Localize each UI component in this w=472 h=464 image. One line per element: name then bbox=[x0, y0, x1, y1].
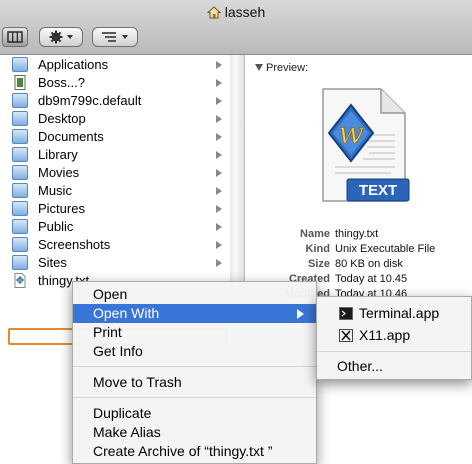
info-value: 80 KB on disk bbox=[335, 258, 403, 270]
chevron-right-icon bbox=[216, 169, 222, 177]
column-item-label: Desktop bbox=[38, 111, 86, 126]
chevron-right-icon bbox=[216, 259, 222, 267]
chevron-right-icon bbox=[216, 115, 222, 123]
chevron-right-icon bbox=[216, 205, 222, 213]
column-item-label: Movies bbox=[38, 165, 80, 180]
info-value: Unix Executable File bbox=[335, 243, 436, 255]
column-item-label: Music bbox=[38, 183, 72, 198]
action-menu-button[interactable] bbox=[39, 27, 83, 47]
menu-item-other[interactable]: Other... bbox=[317, 357, 471, 376]
chevron-right-icon bbox=[216, 241, 222, 249]
arrange-icon bbox=[102, 32, 128, 42]
x11-icon bbox=[339, 328, 353, 342]
column-item[interactable]: Music bbox=[12, 182, 226, 200]
column-item-label: db9m799c.default bbox=[38, 93, 142, 108]
menu-item[interactable]: Open With bbox=[73, 304, 316, 323]
column-item[interactable]: db9m799c.default bbox=[12, 92, 226, 110]
chevron-right-icon bbox=[216, 151, 222, 159]
column-view-button[interactable] bbox=[2, 27, 28, 47]
applications-folder-icon bbox=[12, 57, 28, 72]
chevron-right-icon bbox=[216, 79, 222, 87]
window-title: lasseh bbox=[0, 4, 472, 22]
arrange-menu-button[interactable] bbox=[92, 27, 138, 47]
preview-heading: Preview: bbox=[255, 62, 308, 74]
disclosure-triangle-icon[interactable] bbox=[255, 64, 263, 71]
column-item[interactable]: Pictures bbox=[12, 200, 226, 218]
menu-item[interactable]: Create Archive of “thingy.txt ” bbox=[73, 442, 316, 461]
open-with-submenu: Terminal.app X11.app Other... bbox=[316, 296, 472, 380]
submenu-arrow-icon bbox=[297, 309, 304, 319]
info-value: Today at 10.45 bbox=[335, 273, 408, 285]
column-item[interactable]: Applications bbox=[12, 56, 226, 74]
menu-item[interactable]: Move to Trash bbox=[73, 373, 316, 392]
documents-folder-icon bbox=[12, 129, 28, 144]
folder-icon bbox=[12, 237, 28, 252]
chevron-right-icon bbox=[216, 133, 222, 141]
menu-item-x11[interactable]: X11.app bbox=[317, 326, 471, 345]
menu-item[interactable]: Duplicate bbox=[73, 404, 316, 423]
desktop-folder-icon bbox=[12, 111, 28, 126]
menu-item[interactable]: Make Alias bbox=[73, 423, 316, 442]
context-menu: Open Open With Print Get Info Move to Trash D… bbox=[72, 281, 317, 464]
column-item[interactable]: Desktop bbox=[12, 110, 226, 128]
column-item-label: Public bbox=[38, 219, 74, 234]
music-folder-icon bbox=[12, 183, 28, 198]
menu-item[interactable]: Print bbox=[73, 323, 316, 342]
column-item[interactable]: Library bbox=[12, 146, 226, 164]
text-file-icon: w bbox=[12, 273, 28, 288]
text-document-icon: w TEXT bbox=[295, 83, 420, 211]
info-key: Name bbox=[300, 228, 330, 240]
terminal-icon bbox=[339, 306, 353, 320]
pictures-folder-icon bbox=[12, 201, 28, 216]
column-item[interactable]: Screenshots bbox=[12, 236, 226, 254]
home-icon bbox=[206, 6, 222, 22]
gear-icon bbox=[49, 30, 73, 44]
menu-separator bbox=[73, 366, 316, 367]
column-item[interactable]: Boss...? bbox=[12, 74, 226, 92]
menu-separator bbox=[317, 351, 471, 352]
app-document-icon bbox=[12, 75, 28, 90]
movies-folder-icon bbox=[12, 165, 28, 180]
column-item-label: Documents bbox=[38, 129, 104, 144]
columns-icon bbox=[7, 31, 23, 43]
svg-text:w: w bbox=[338, 116, 364, 151]
svg-text:w: w bbox=[17, 278, 23, 284]
chevron-right-icon bbox=[216, 61, 222, 69]
menu-item-terminal[interactable]: Terminal.app bbox=[317, 304, 471, 323]
column-item[interactable]: Documents bbox=[12, 128, 226, 146]
column-item-label: Boss...? bbox=[38, 75, 85, 90]
chevron-right-icon bbox=[216, 187, 222, 195]
window-toolbar: lasseh bbox=[0, 0, 472, 55]
column-item-label: Screenshots bbox=[38, 237, 111, 252]
info-key: Size bbox=[307, 258, 330, 270]
column-item-label: Sites bbox=[38, 255, 67, 270]
public-folder-icon bbox=[12, 219, 28, 234]
column-item[interactable]: Movies bbox=[12, 164, 226, 182]
chevron-right-icon bbox=[216, 223, 222, 231]
svg-text:TEXT: TEXT bbox=[359, 182, 397, 199]
menu-item[interactable]: Get Info bbox=[73, 342, 316, 361]
chevron-right-icon bbox=[216, 97, 222, 105]
column-item-label: Library bbox=[38, 147, 78, 162]
info-value: thingy.txt bbox=[335, 228, 379, 240]
menu-item[interactable]: Open bbox=[73, 285, 316, 304]
info-key: Kind bbox=[305, 243, 330, 255]
folder-icon bbox=[12, 93, 28, 108]
library-folder-icon bbox=[12, 147, 28, 162]
column-item-label: Pictures bbox=[38, 201, 85, 216]
menu-separator bbox=[73, 397, 316, 398]
column-item[interactable]: Sites bbox=[12, 254, 226, 272]
column-item[interactable]: Public bbox=[12, 218, 226, 236]
column-item-label: Applications bbox=[38, 57, 109, 72]
sites-folder-icon bbox=[12, 255, 28, 270]
